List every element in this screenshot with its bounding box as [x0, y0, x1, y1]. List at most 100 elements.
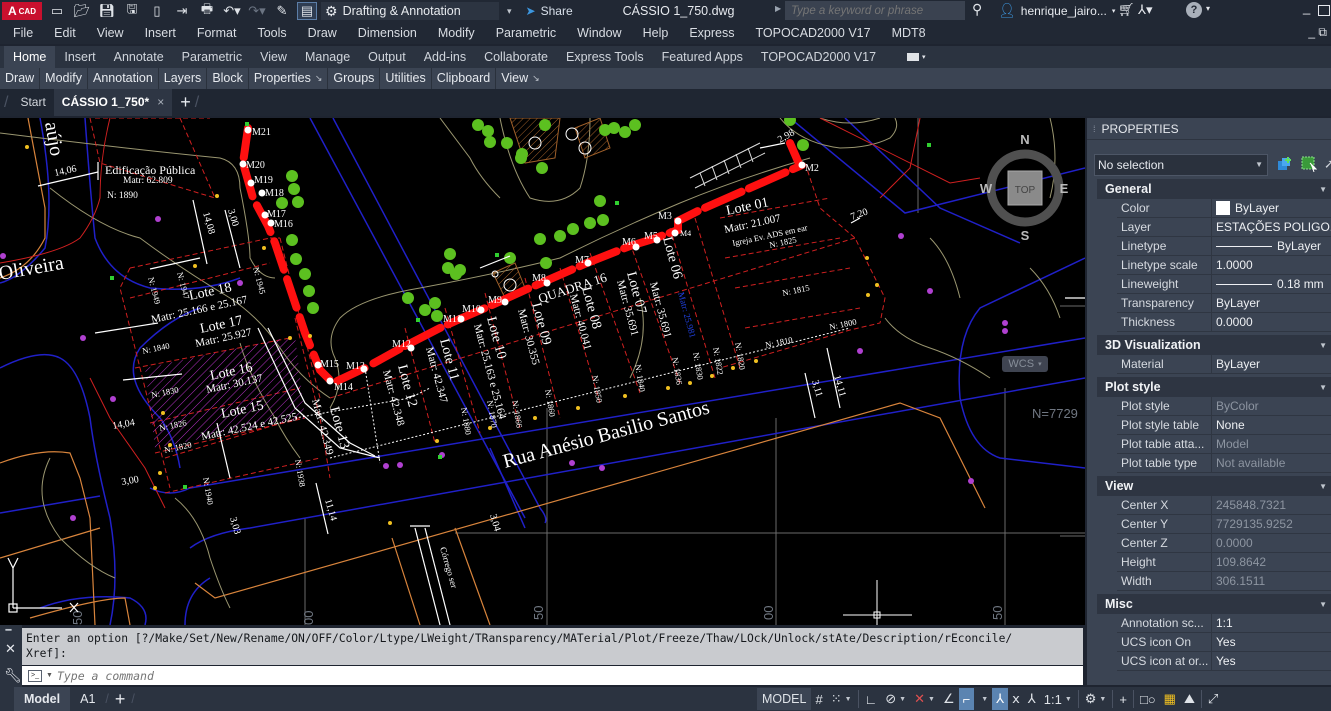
cart-icon[interactable]: 🛒︎ — [1118, 2, 1135, 18]
menu-draw[interactable]: Draw — [308, 26, 337, 40]
close-tab-icon[interactable]: × — [157, 89, 164, 116]
model-space-toggle[interactable]: MODEL — [757, 688, 812, 710]
isometric-drafting-icon[interactable]: ✕ ▼ — [910, 688, 939, 710]
fullscreen-icon[interactable]: ⤢ — [1204, 688, 1222, 710]
panel-properties[interactable]: Properties ↘ — [249, 68, 329, 89]
menu-tools[interactable]: Tools — [257, 26, 286, 40]
panel-expand-icon[interactable]: ↘ — [315, 68, 323, 89]
grid-icon[interactable]: # — [811, 688, 826, 710]
new-tab-button[interactable]: + — [180, 92, 191, 113]
properties-title-bar[interactable]: ⁞ PROPERTIES — [1087, 118, 1331, 140]
panel-expand-icon[interactable]: ↘ — [532, 68, 540, 89]
property-row[interactable]: Transparency ByLayer — [1117, 294, 1331, 313]
group-header[interactable]: Plot style ▼ — [1097, 377, 1331, 397]
units-icon[interactable]: □○ — [1136, 688, 1160, 710]
snap-mode-icon[interactable]: ⁙ ▼ — [827, 688, 856, 710]
layout-tab-a1[interactable]: A1 — [70, 687, 105, 711]
grip-icon[interactable]: ⁞ — [1093, 124, 1096, 134]
help-icon[interactable]: ? — [1186, 2, 1202, 18]
undo-icon[interactable]: ↶▾ — [222, 2, 242, 20]
property-row[interactable]: Thickness 0.0000 — [1117, 313, 1331, 332]
menu-modify[interactable]: Modify — [438, 26, 475, 40]
search-input[interactable] — [785, 1, 965, 20]
tab-start[interactable]: Start — [12, 89, 53, 116]
property-row[interactable]: UCS icon On Yes — [1117, 633, 1331, 652]
quick-properties-icon[interactable]: ▦ — [1160, 688, 1180, 710]
customize-wrench-icon[interactable]: 🔧︎ — [4, 667, 22, 684]
tab-output[interactable]: Output — [359, 46, 415, 68]
minimize-button[interactable]: _ — [1303, 0, 1310, 15]
group-header[interactable]: General ▼ — [1097, 179, 1331, 199]
panel-view[interactable]: View ↘ — [496, 68, 544, 89]
tab-add-ins[interactable]: Add-ins — [415, 46, 475, 68]
menu-format[interactable]: Format — [197, 26, 237, 40]
ucs-menu-button[interactable]: WCS ▾ — [1002, 356, 1048, 372]
property-row[interactable]: Plot style ByColor — [1117, 397, 1331, 416]
tab-parametric[interactable]: Parametric — [173, 46, 251, 68]
maximize-button[interactable] — [1318, 5, 1330, 16]
command-input[interactable] — [56, 668, 957, 683]
annotation-scale-icon[interactable]: ⅄ — [1024, 688, 1040, 710]
ortho-mode-icon[interactable]: ∟ — [861, 688, 882, 710]
plot-icon[interactable]: 🖶 — [197, 1, 217, 20]
panel-block[interactable]: Block — [207, 68, 249, 89]
polar-tracking-icon[interactable]: ⊘ ▼ — [881, 688, 910, 710]
panel-groups[interactable]: Groups — [328, 68, 381, 89]
share-button[interactable]: ➤ Share — [526, 4, 573, 18]
drawing-canvas[interactable]: M21 M20 M19 M18 M17 M16 M15 M14 M13 M12 … — [0, 118, 1085, 625]
property-row[interactable]: Center Y 7729135.9252 — [1117, 515, 1331, 534]
tab-collaborate[interactable]: Collaborate — [475, 46, 557, 68]
menu-view[interactable]: View — [97, 26, 124, 40]
select-objects-icon[interactable] — [1301, 156, 1317, 172]
match-properties-icon[interactable]: ✎ — [272, 2, 292, 20]
menu-file[interactable]: File — [13, 26, 33, 40]
new-icon[interactable]: ▭ — [47, 2, 67, 20]
qat-dropdown-icon[interactable]: ▾ — [507, 6, 512, 17]
drawing-window-controls[interactable]: _ ⧉ — [1308, 25, 1327, 40]
annotation-monitor-icon[interactable]: + — [1115, 688, 1131, 710]
annotation-scale-dropdown[interactable]: 1:1 ▼ — [1040, 688, 1076, 710]
panel-draw[interactable]: Draw — [0, 68, 41, 89]
tab-manage[interactable]: Manage — [296, 46, 359, 68]
object-snap-tracking-icon[interactable]: ∠ — [939, 688, 959, 710]
menu-help[interactable]: Help — [643, 26, 669, 40]
property-row[interactable]: Width 306.1511 — [1117, 572, 1331, 591]
property-row[interactable]: Plot style table None — [1117, 416, 1331, 435]
save-icon[interactable]: 💾︎ — [97, 2, 117, 20]
help-dropdown-icon[interactable]: ▾ — [1206, 4, 1210, 13]
tab-document[interactable]: CÁSSIO 1_750* × — [53, 89, 173, 116]
menu-mdt8[interactable]: MDT8 — [892, 26, 926, 40]
workspace-toggle-icon[interactable]: ▤ — [297, 2, 317, 20]
search-expand-icon[interactable]: ▶ — [775, 4, 781, 13]
viewcube[interactable]: TOP N S E W — [980, 130, 1070, 240]
property-row[interactable]: Plot table type Not available — [1117, 454, 1331, 473]
menu-window[interactable]: Window — [577, 26, 621, 40]
menu-dimension[interactable]: Dimension — [358, 26, 417, 40]
menu-edit[interactable]: Edit — [54, 26, 76, 40]
workspace-gear-icon[interactable]: ⚙ ▼ — [1081, 688, 1111, 710]
panel-clipboard[interactable]: Clipboard — [432, 68, 497, 89]
tab-insert[interactable]: Insert — [55, 46, 104, 68]
autodesk-app-store-icon[interactable]: ⅄▾ — [1138, 2, 1152, 18]
selection-dropdown[interactable]: No selection ▼ — [1094, 154, 1268, 176]
tab-topocad[interactable]: TOPOCAD2000 V17 — [752, 46, 885, 68]
menu-parametric[interactable]: Parametric — [496, 26, 556, 40]
menu-express[interactable]: Express — [689, 26, 734, 40]
recent-commands-dropdown-icon[interactable]: ▼ — [46, 672, 53, 679]
property-row[interactable]: Lineweight 0.18 mm — [1117, 275, 1331, 294]
property-row[interactable]: Annotation sc... 1:1 — [1117, 614, 1331, 633]
command-prompt-icon[interactable]: >_ — [28, 669, 42, 682]
workspace-switcher[interactable]: ⚙ Drafting & Annotation — [321, 2, 499, 20]
ribbon-minimize-toggle[interactable]: ▾ — [907, 46, 926, 68]
annotation-visibility-icon[interactable]: ⅄ — [992, 688, 1009, 710]
property-row[interactable]: Center Z 0.0000 — [1117, 534, 1331, 553]
add-layout-button[interactable]: + — [115, 689, 126, 710]
search-icon[interactable]: ⚲ — [972, 1, 982, 18]
tab-home[interactable]: Home — [4, 46, 56, 68]
property-row[interactable]: Plot table atta... Model — [1117, 435, 1331, 454]
group-header[interactable]: 3D Visualization ▼ — [1097, 335, 1331, 355]
close-icon[interactable]: ✕ — [5, 641, 16, 657]
panel-utilities[interactable]: Utilities — [380, 68, 432, 89]
open-icon[interactable]: 📂︎ — [72, 2, 92, 20]
group-header[interactable]: Misc ▼ — [1097, 594, 1331, 614]
